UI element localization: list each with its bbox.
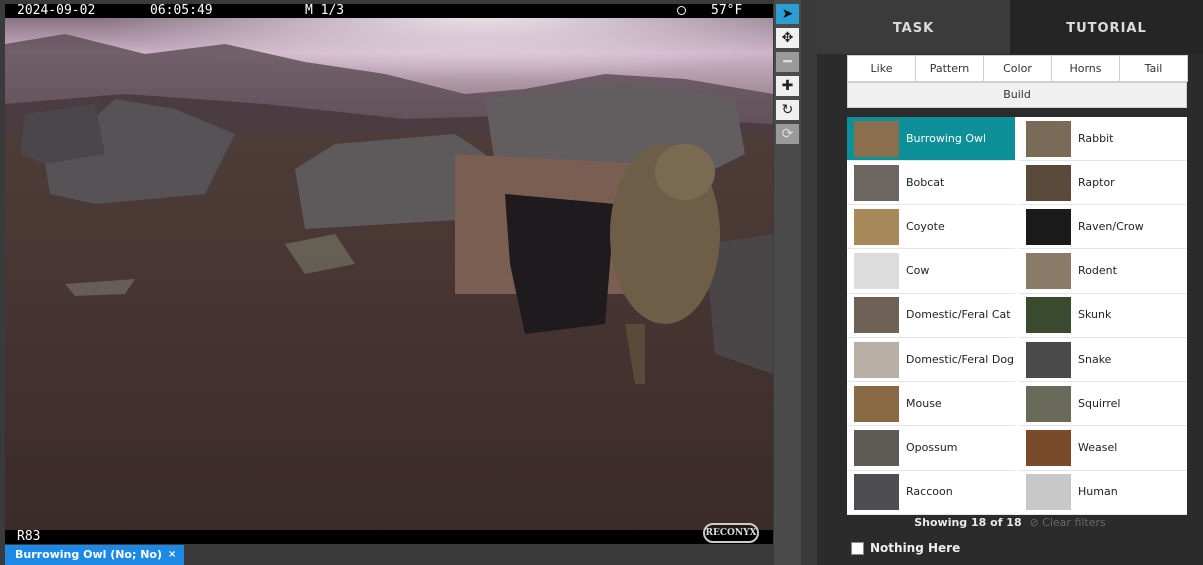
species-choice[interactable]: Rabbit [1019,117,1187,161]
species-label: Skunk [1078,308,1112,322]
nothing-here-label: Nothing Here [870,541,961,555]
image-toolbar: ➤ ✥ ━ ✚ ↻ ⟳ [774,0,801,565]
tab-tutorial[interactable]: TUTORIAL [1010,0,1203,54]
species-label: Opossum [906,441,958,455]
zoom-out-button[interactable]: ━ [776,52,799,72]
filter-like-button[interactable]: Like [847,55,916,82]
species-thumbnail [854,385,899,422]
image-viewer[interactable]: 2024-09-02 06:05:49 M 1/3 57°F R83 RECON… [0,0,774,565]
species-choice[interactable]: Snake [1019,338,1187,383]
species-choice[interactable]: Coyote [847,205,1015,250]
nothing-here-option[interactable]: Nothing Here [851,541,960,555]
species-choice[interactable]: Skunk [1019,294,1187,338]
species-label: Weasel [1078,441,1118,455]
temperature: 57°F [711,4,743,18]
species-thumbnail [854,341,899,378]
showing-count: Showing 18 of 18 [914,516,1022,529]
species-label: Raven/Crow [1078,219,1144,233]
species-label: Mouse [906,396,942,410]
species-thumbnail [1026,474,1071,511]
camera-footer-bar: R83 [5,530,773,544]
species-thumbnail [1026,164,1071,201]
species-choice[interactable]: Domestic/Feral Dog [847,338,1015,383]
species-thumbnail [1026,341,1071,378]
species-label: Snake [1078,352,1112,366]
species-choice[interactable]: Domestic/Feral Cat [847,294,1015,338]
filter-status: Showing 18 of 18 ⊘ Clear filters [817,516,1203,529]
moon-phase-icon [677,6,686,15]
species-choice[interactable]: Opossum [847,427,1015,471]
species-label: Rabbit [1078,131,1114,145]
species-thumbnail [854,297,899,334]
select-tool-button[interactable]: ➤ [776,4,799,24]
species-label: Human [1078,485,1118,499]
species-choice[interactable]: Burrowing Owl [847,117,1015,161]
species-label: Bobcat [906,175,945,189]
species-label: Domestic/Feral Dog [906,352,1015,366]
rotate-button[interactable]: ↻ [776,100,799,120]
filter-pattern-button[interactable]: Pattern [915,55,984,82]
pan-tool-button[interactable]: ✥ [776,28,799,48]
species-thumbnail [854,164,899,201]
filter-build-button[interactable]: Build [847,82,1187,108]
species-thumbnail [1026,120,1071,157]
species-label: Rodent [1078,264,1117,278]
tab-task[interactable]: TASK [817,0,1010,54]
species-thumbnail [854,430,899,467]
species-label: Squirrel [1078,396,1121,410]
clear-filters-link[interactable]: ⊘ Clear filters [1029,516,1105,529]
species-choice[interactable]: Raccoon [847,471,1015,515]
species-label: Raptor [1078,175,1115,189]
classification-panel: TASK TUTORIAL Like Pattern Color Horns T… [817,0,1203,565]
species-choice[interactable]: Raptor [1019,161,1187,206]
species-thumbnail [1026,430,1071,467]
species-choice[interactable]: Human [1019,471,1187,515]
species-choice[interactable]: Bobcat [847,161,1015,206]
species-label: Burrowing Owl [906,131,987,145]
reset-button[interactable]: ⟳ [776,124,799,144]
zoom-in-button[interactable]: ✚ [776,76,799,96]
species-choice-grid: Burrowing Owl Rabbit Bobcat Raptor Coyote Rav… [847,117,1187,515]
camera-trap-photo[interactable]: 2024-09-02 06:05:49 M 1/3 57°F R83 RECON… [5,4,773,544]
selected-species-tag[interactable]: Burrowing Owl (No; No) × [5,545,185,565]
species-thumbnail [1026,297,1071,334]
selected-species-label: Burrowing Owl (No; No) [15,548,163,561]
species-choice[interactable]: Rodent [1019,250,1187,294]
camera-id: R83 [17,529,41,544]
panel-tabs: TASK TUTORIAL [817,0,1203,54]
species-choice[interactable]: Raven/Crow [1019,205,1187,250]
species-thumbnail [854,120,899,157]
species-thumbnail [1026,208,1071,245]
remove-tag-icon[interactable]: × [168,545,176,565]
frame-counter: M 1/3 [305,4,345,18]
species-thumbnail [854,253,899,290]
filter-color-button[interactable]: Color [983,55,1052,82]
nothing-here-checkbox[interactable] [851,541,864,555]
species-choice[interactable]: Mouse [847,382,1015,427]
species-choice[interactable]: Weasel [1019,427,1187,471]
camera-info-bar: 2024-09-02 06:05:49 M 1/3 57°F [5,4,773,18]
species-choice[interactable]: Cow [847,250,1015,294]
filter-bar: Like Pattern Color Horns Tail Build [847,55,1188,108]
species-label: Coyote [906,219,945,233]
brand-logo: RECONYX [703,523,759,543]
capture-date: 2024-09-02 [17,4,96,18]
filter-tail-button[interactable]: Tail [1119,55,1188,82]
species-thumbnail [1026,385,1071,422]
species-label: Domestic/Feral Cat [906,308,1011,322]
species-label: Raccoon [906,485,953,499]
filter-horns-button[interactable]: Horns [1051,55,1120,82]
species-label: Cow [906,264,930,278]
species-choice[interactable]: Squirrel [1019,382,1187,427]
species-thumbnail [854,474,899,511]
capture-time: 06:05:49 [150,4,213,18]
species-thumbnail [1026,253,1071,290]
species-thumbnail [854,208,899,245]
